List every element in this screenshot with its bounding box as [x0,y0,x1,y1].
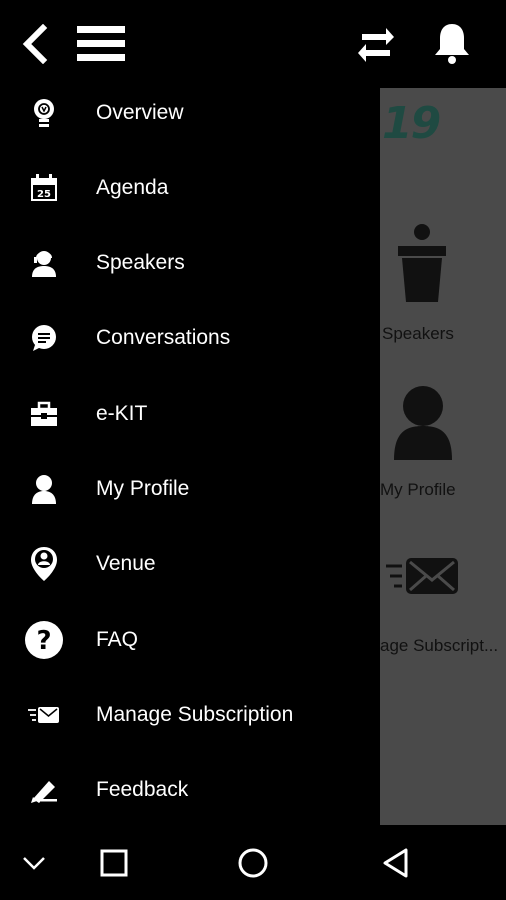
calendar-icon: 25 [24,168,64,208]
person-icon [24,469,64,509]
briefcase-icon [24,394,64,434]
lightbulb-icon [24,93,64,133]
navigation-drawer: Overview 25 Agenda Speakers Conversation… [0,88,380,825]
background-dashboard: 19 Speakers My Profile age Subscript... [380,88,506,825]
drawer-item-label: Agenda [96,175,169,199]
drawer-item-label: e-KIT [96,401,148,425]
podium-icon [394,220,450,309]
back-arrow-icon[interactable] [14,22,54,66]
drawer-item-label: Speakers [96,250,185,274]
hamburger-menu-icon[interactable] [74,24,128,64]
my-profile-tile-label: My Profile [380,480,456,499]
home-circle-icon[interactable] [231,825,275,900]
calendar-day: 25 [37,189,51,200]
subscription-tile-label: age Subscript... [380,636,499,655]
speakers-tile: Speakers [380,218,506,348]
collapse-chevron-icon[interactable] [12,825,56,900]
envelope-icon [24,695,64,735]
speakers-tile-label: Speakers [382,324,454,343]
drawer-item-manage-subscription[interactable]: Manage Subscription [0,677,380,752]
drawer-item-label: My Profile [96,476,190,500]
drawer-item-venue[interactable]: Venue [0,526,380,601]
speaker-icon [24,243,64,283]
envelope-icon [386,556,462,601]
drawer-item-label: Conversations [96,325,231,349]
drawer-item-conversations[interactable]: Conversations [0,300,380,375]
drawer-item-label: FAQ [96,627,139,651]
drawer-item-e-kit[interactable]: e-KIT [0,376,380,451]
drawer-item-my-profile[interactable]: My Profile [0,451,380,526]
drawer-item-label: Overview [96,100,184,124]
svg-text:?: ? [36,626,51,656]
map-pin-icon [24,544,64,584]
event-logo: 19 [382,98,441,149]
drawer-item-label: Feedback [96,777,189,801]
subscription-tile: age Subscript... [380,548,506,678]
drawer-item-feedback[interactable]: Feedback [0,752,380,827]
recents-square-icon[interactable] [92,825,136,900]
system-navigation-bar [0,825,506,900]
drawer-item-label: Venue [96,551,156,575]
drawer-item-label: Manage Subscription [96,702,294,726]
sync-icon[interactable] [354,22,398,66]
back-triangle-icon[interactable] [374,825,418,900]
drawer-item-faq[interactable]: ? FAQ [0,602,380,677]
drawer-item-overview[interactable]: Overview [0,75,380,150]
bell-icon[interactable] [430,20,474,66]
drawer-item-agenda[interactable]: 25 Agenda [0,150,380,225]
feedback-pen-icon [24,770,64,810]
question-icon: ? [24,620,64,660]
chat-bubble-icon [24,318,64,358]
my-profile-tile: My Profile [380,380,506,510]
profile-icon [392,384,454,465]
drawer-item-speakers[interactable]: Speakers [0,225,380,300]
